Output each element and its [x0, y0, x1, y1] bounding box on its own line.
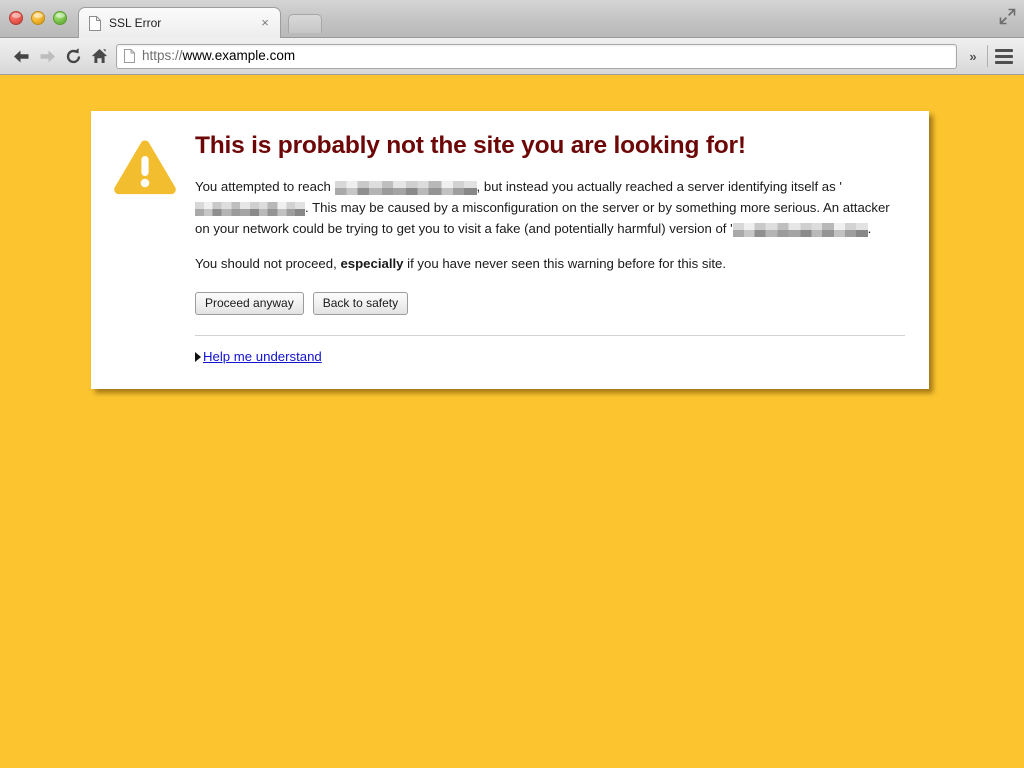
- tab-title: SSL Error: [109, 17, 162, 29]
- warning-triangle-icon: [113, 133, 193, 201]
- ssl-warning-page: This is probably not the site you are lo…: [0, 75, 1024, 767]
- back-arrow-icon[interactable]: [8, 43, 34, 69]
- home-icon[interactable]: [86, 43, 112, 69]
- page-document-icon: [89, 15, 101, 31]
- window-close-button[interactable]: [9, 11, 23, 25]
- url-scheme: https://: [142, 49, 183, 63]
- ssl-card-body: This is probably not the site you are lo…: [113, 132, 905, 365]
- redacted-domain-3: [732, 222, 868, 237]
- forward-arrow-icon: [34, 43, 60, 69]
- page-title: This is probably not the site you are lo…: [195, 132, 746, 159]
- window-traffic-lights: [9, 11, 67, 25]
- address-bar-url: https://www.example.com: [142, 49, 295, 63]
- reload-icon[interactable]: [60, 43, 86, 69]
- tab-strip: SSL Error ×: [0, 0, 1024, 38]
- browser-toolbar: https://www.example.com »: [0, 38, 1024, 75]
- new-tab-button[interactable]: [288, 14, 322, 33]
- proceed-anyway-button[interactable]: Proceed anyway: [195, 291, 304, 315]
- redacted-domain-1: [334, 180, 477, 195]
- ssl-text-part-2: , but instead you actually reached a ser…: [476, 178, 840, 194]
- horizontal-divider: [195, 334, 905, 336]
- address-bar[interactable]: https://www.example.com: [116, 43, 957, 69]
- menu-line: [995, 48, 1013, 52]
- ssl-action-buttons: Proceed anyway Back to safety: [195, 291, 905, 315]
- url-host: www.example.com: [182, 49, 296, 63]
- ssl-card-text: This is probably not the site you are lo…: [193, 132, 905, 365]
- toolbar-divider: [987, 45, 988, 67]
- menu-line: [995, 54, 1013, 58]
- help-me-understand-link[interactable]: Help me understand: [203, 349, 322, 365]
- hamburger-menu-icon[interactable]: [992, 44, 1016, 68]
- ssl-text-part-1: You attempted to reach: [195, 178, 335, 194]
- ssl-help-section[interactable]: Help me understand: [195, 349, 905, 365]
- window-maximize-button[interactable]: [53, 11, 67, 25]
- menu-line: [995, 60, 1013, 64]
- disclosure-triangle-collapsed-icon[interactable]: [195, 351, 201, 362]
- tab-ssl-error[interactable]: SSL Error ×: [78, 7, 281, 38]
- toolbar-overflow-chevron[interactable]: »: [963, 50, 983, 63]
- fullscreen-expand-icon[interactable]: [999, 8, 1016, 25]
- ssl-text-part-4: .: [867, 220, 872, 236]
- ssl-warning-card: This is probably not the site you are lo…: [91, 111, 929, 389]
- ssl-advice-emphasis: especially: [340, 255, 404, 271]
- ssl-advice-part-1: You should not proceed,: [195, 255, 341, 271]
- ssl-advice-part-2: if you have never seen this warning befo…: [403, 255, 727, 271]
- quote-mark: ': [839, 178, 842, 194]
- redacted-domain-2: [195, 201, 305, 216]
- ssl-advice-paragraph: You should not proceed, especially if yo…: [195, 253, 905, 274]
- close-icon[interactable]: ×: [258, 16, 272, 30]
- back-to-safety-button[interactable]: Back to safety: [312, 291, 409, 315]
- browser-window: SSL Error × https://www.example.com » Th…: [0, 0, 1024, 768]
- window-minimize-button[interactable]: [31, 11, 45, 25]
- page-document-icon: [124, 49, 135, 63]
- ssl-explanation-paragraph: You attempted to reach , but instead you…: [195, 176, 905, 239]
